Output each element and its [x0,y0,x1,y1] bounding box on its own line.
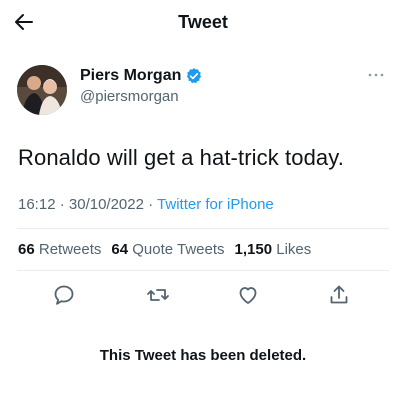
likes-label: Likes [276,241,312,258]
quote-tweets-count: 64 [111,241,129,258]
meta-separator: · [148,196,154,213]
tweet-meta: 16:12 · 30/10/2022 · Twitter for iPhone [18,196,274,213]
divider [17,228,389,229]
action-bar [0,283,406,309]
deleted-notice: This Tweet has been deleted. [99,347,307,364]
quote-tweets-label: Quote Tweets [132,241,225,258]
divider [17,270,389,271]
engagement-stats: 66 Retweets 64 Quote Tweets 1,150 Likes [18,241,311,258]
share-icon[interactable] [327,283,351,307]
reply-icon[interactable] [52,283,76,307]
retweets-count: 66 [18,241,35,258]
quote-tweets-stat[interactable]: 64 Quote Tweets [111,241,224,258]
avatar[interactable] [17,65,67,115]
meta-separator: · [59,196,65,213]
tweet-text: Ronaldo will get a hat-trick today. [18,145,344,170]
likes-stat[interactable]: 1,150 Likes [235,241,312,258]
retweets-label: Retweets [38,241,102,258]
tweet-date: 30/10/2022 [68,196,144,213]
author-handle[interactable]: @piersmorgan [80,88,203,105]
header: Tweet [0,0,406,46]
retweets-stat[interactable]: 66 Retweets [18,241,101,258]
heart-icon[interactable] [236,283,260,307]
likes-count: 1,150 [234,241,273,258]
author-name[interactable]: Piers Morgan [80,67,181,85]
author-block: Piers Morgan @piersmorgan [80,67,203,105]
more-dots-icon[interactable] [366,70,386,80]
tweet-time: 16:12 [18,196,56,213]
verified-badge-icon [187,68,202,84]
tweet-source-link[interactable]: Twitter for iPhone [157,196,274,213]
retweet-icon[interactable] [146,283,170,307]
page-title: Tweet [178,12,228,32]
